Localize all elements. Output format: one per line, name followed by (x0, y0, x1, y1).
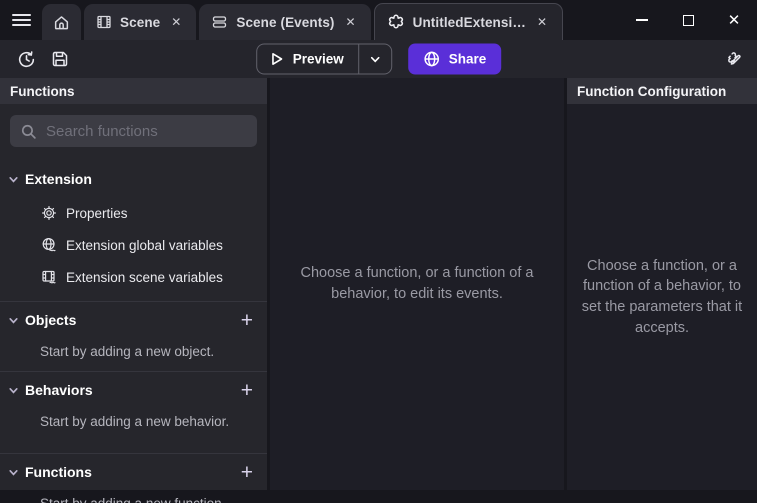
section-title: Functions (25, 464, 92, 480)
chevron-down-icon (8, 174, 19, 185)
behaviors-empty-hint: Start by adding a new behavior. (0, 408, 267, 441)
events-editor-placeholder: Choose a function, or a function of a be… (284, 263, 550, 304)
window-minimize-button[interactable] (619, 0, 665, 40)
functions-empty-hint: Start by adding a new function. (0, 490, 267, 503)
share-label: Share (449, 52, 487, 67)
globe-variables-icon (41, 237, 57, 253)
section-objects[interactable]: Objects + (0, 302, 267, 338)
main-area: Functions Extension (0, 78, 757, 490)
extension-scene-variables-item[interactable]: Extension scene variables (0, 261, 267, 293)
extension-global-variables-item[interactable]: Extension global variables (0, 229, 267, 261)
section-functions[interactable]: Functions + (0, 454, 267, 490)
history-button[interactable] (12, 45, 40, 73)
chevron-down-icon (8, 385, 19, 396)
section-behaviors[interactable]: Behaviors + (0, 372, 267, 408)
function-configuration-placeholder: Choose a function, or a function of a be… (581, 256, 743, 338)
home-icon (53, 14, 70, 31)
tab-label: UntitledExtensi… (413, 15, 526, 30)
history-clock-icon (16, 49, 37, 70)
extension-icon (387, 13, 405, 31)
play-icon (269, 52, 284, 67)
save-button[interactable] (46, 45, 74, 73)
scene-variables-icon (41, 269, 57, 285)
chevron-down-icon (8, 467, 19, 478)
add-function-button[interactable]: + (239, 462, 255, 483)
functions-panel-title: Functions (0, 78, 267, 104)
tab-close-icon[interactable]: ✕ (534, 13, 550, 31)
extension-properties-item[interactable]: Properties (0, 197, 267, 229)
close-icon: ✕ (728, 11, 741, 29)
function-configuration-title: Function Configuration (567, 78, 757, 104)
window-maximize-button[interactable] (665, 0, 711, 40)
main-menu-button[interactable] (0, 0, 42, 40)
maximize-icon (683, 15, 694, 26)
preview-options-button[interactable] (359, 53, 391, 65)
section-title: Behaviors (25, 382, 93, 398)
item-label: Properties (66, 206, 128, 221)
chevron-down-icon (8, 315, 19, 326)
preview-button[interactable]: Preview (256, 44, 392, 75)
preview-label: Preview (293, 52, 344, 67)
tab-label: Scene (120, 15, 160, 30)
edit-extension-icon (723, 49, 744, 70)
window-close-button[interactable]: ✕ (711, 0, 757, 40)
search-icon (20, 123, 37, 140)
globe-icon (423, 51, 440, 68)
section-title: Extension (25, 171, 92, 187)
objects-empty-hint: Start by adding a new object. (0, 338, 267, 371)
tab-home[interactable] (42, 4, 81, 40)
section-extension[interactable]: Extension (0, 161, 267, 197)
events-sheet-icon (211, 14, 228, 30)
item-label: Extension global variables (66, 238, 223, 253)
tab-untitled-extension[interactable]: UntitledExtensi… ✕ (374, 3, 563, 40)
window-controls: ✕ (619, 0, 757, 40)
add-behavior-button[interactable]: + (239, 380, 255, 401)
toolbar: Preview Share (0, 40, 757, 78)
titlebar: Scene ✕ Scene (Events) ✕ UntitledExtensi… (0, 0, 757, 40)
section-title: Objects (25, 312, 76, 328)
edit-extension-button[interactable] (719, 45, 747, 73)
minimize-icon (636, 19, 648, 21)
hamburger-icon (12, 11, 31, 29)
search-functions-input[interactable] (46, 123, 247, 140)
save-icon (50, 49, 70, 69)
tab-close-icon[interactable]: ✕ (168, 13, 184, 31)
functions-panel: Functions Extension (0, 78, 267, 490)
share-button[interactable]: Share (408, 44, 502, 75)
gear-icon (41, 205, 57, 221)
chevron-down-icon (369, 53, 381, 65)
function-configuration-panel: Function Configuration Choose a function… (567, 78, 757, 490)
scene-icon (96, 14, 112, 30)
add-object-button[interactable]: + (239, 310, 255, 331)
search-functions-box[interactable] (10, 115, 257, 147)
tab-scene[interactable]: Scene ✕ (84, 4, 196, 40)
item-label: Extension scene variables (66, 270, 223, 285)
